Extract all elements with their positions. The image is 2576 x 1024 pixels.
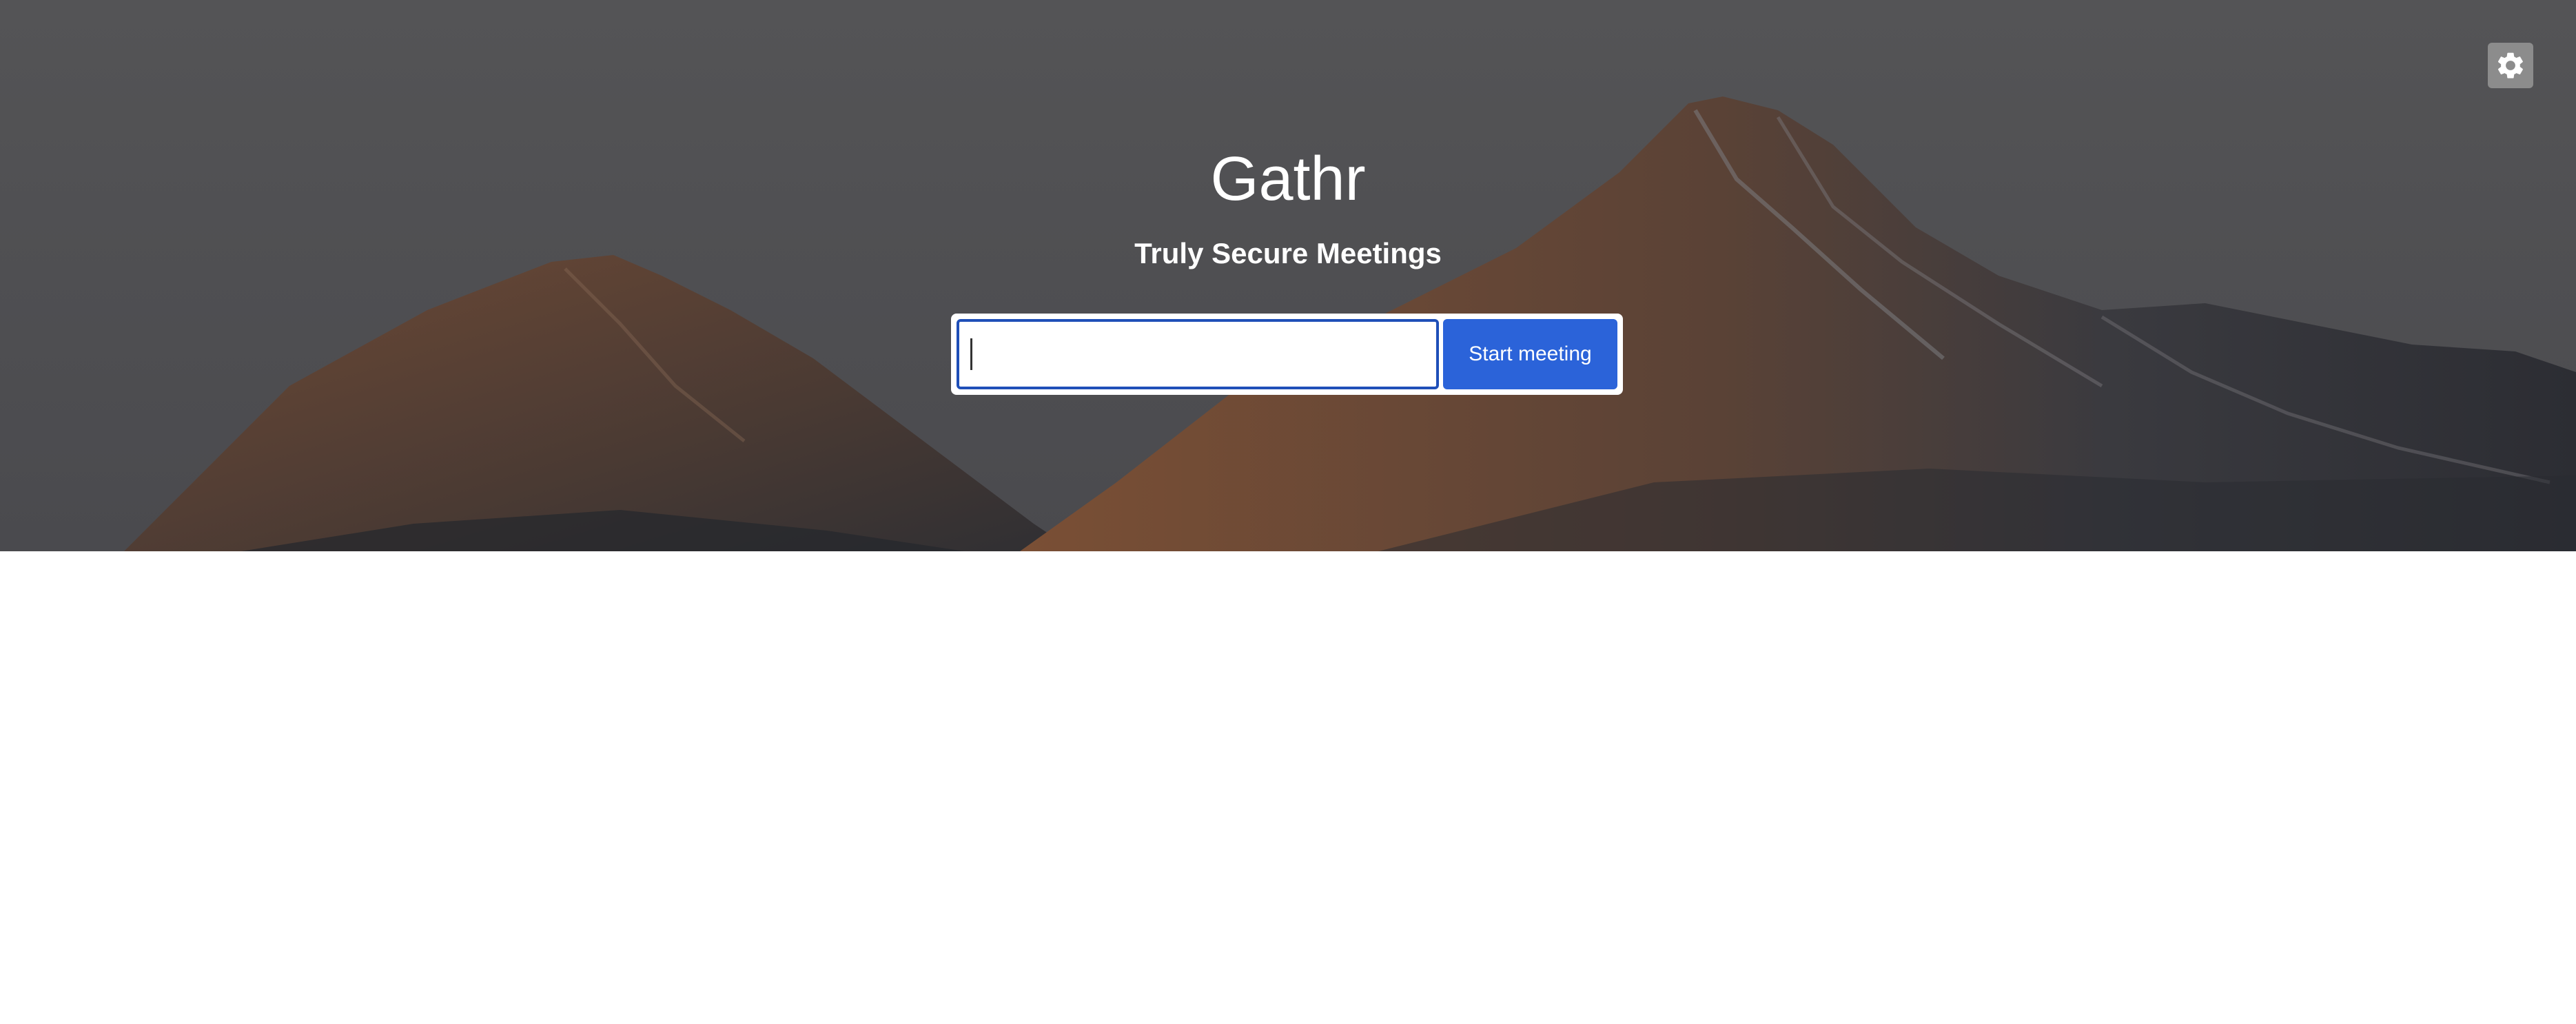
meeting-form: Start meeting (951, 314, 1623, 395)
settings-button[interactable] (2488, 43, 2533, 88)
meeting-name-input[interactable] (957, 319, 1439, 389)
mountain-background-image (0, 0, 2576, 551)
app-title: Gathr (1210, 145, 1366, 214)
page-body (0, 551, 2576, 1024)
hero-banner: Gathr Truly Secure Meetings Start meetin… (0, 0, 2576, 551)
text-cursor (970, 338, 972, 370)
app-tagline: Truly Secure Meetings (1134, 237, 1442, 269)
gear-icon (2497, 52, 2523, 79)
start-meeting-button[interactable]: Start meeting (1443, 319, 1617, 389)
